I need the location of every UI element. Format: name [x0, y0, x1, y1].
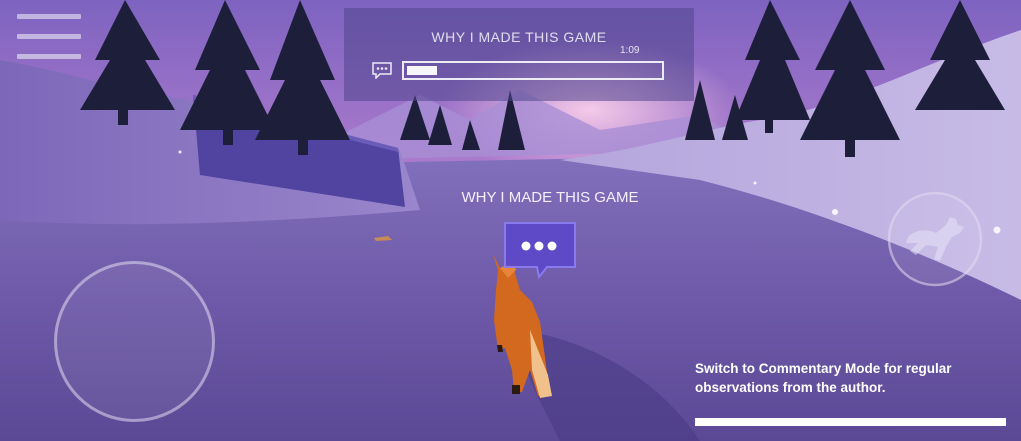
- commentary-title: WHY I MADE THIS GAME: [431, 29, 607, 45]
- speech-bubble-icon[interactable]: [501, 219, 581, 281]
- commentary-time: 1:09: [620, 45, 640, 56]
- hamburger-menu-icon[interactable]: [17, 14, 81, 60]
- fox-jump-icon[interactable]: [886, 189, 984, 289]
- progress-fill: [407, 66, 437, 75]
- speech-bubble-icon[interactable]: [372, 62, 392, 79]
- game-scene: WHY I MADE THIS GAME 1:09 WHY I MADE THI…: [0, 0, 1021, 441]
- commentary-panel: WHY I MADE THIS GAME 1:09: [344, 8, 694, 101]
- world-commentary-label: WHY I MADE THIS GAME: [461, 189, 639, 206]
- virtual-joystick[interactable]: [52, 259, 217, 424]
- commentary-mode-tip: Switch to Commentary Mode for regular ob…: [695, 361, 952, 395]
- tip-timer-bar: [695, 418, 1006, 426]
- commentary-progress-bar[interactable]: [402, 61, 664, 80]
